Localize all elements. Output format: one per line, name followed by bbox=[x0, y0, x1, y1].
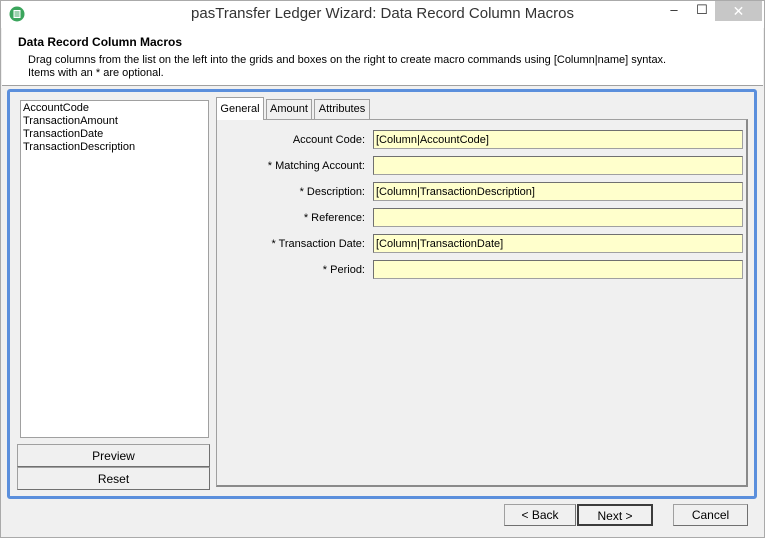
macro-tabs: General Amount Attributes Account Code: … bbox=[213, 97, 748, 491]
tab-attributes[interactable]: Attributes bbox=[314, 99, 370, 119]
tab-general[interactable]: General bbox=[216, 97, 264, 120]
page-description: Drag columns from the list on the left i… bbox=[28, 54, 728, 80]
column-list[interactable]: AccountCode TransactionAmount Transactio… bbox=[20, 100, 209, 438]
period-label: * Period: bbox=[322, 264, 365, 276]
description-line: Drag columns from the list on the left i… bbox=[28, 54, 667, 66]
wizard-header: Data Record Column Macros Drag columns f… bbox=[2, 28, 763, 86]
next-button[interactable]: Next > bbox=[577, 504, 653, 526]
column-item-transaction-amount[interactable]: TransactionAmount bbox=[23, 115, 206, 128]
window-title: pasTransfer Ledger Wizard: Data Record C… bbox=[191, 5, 574, 22]
column-item-account-code[interactable]: AccountCode bbox=[23, 102, 206, 115]
account-code-field[interactable] bbox=[373, 130, 743, 149]
macro-editor-frame: AccountCode TransactionAmount Transactio… bbox=[7, 89, 757, 499]
back-button[interactable]: < Back bbox=[504, 504, 576, 526]
page-title: Data Record Column Macros bbox=[18, 35, 183, 49]
matching-account-field[interactable] bbox=[373, 156, 743, 175]
account-code-label: Account Code: bbox=[292, 134, 365, 146]
tab-amount[interactable]: Amount bbox=[266, 99, 312, 119]
reset-button[interactable]: Reset bbox=[17, 467, 210, 490]
cancel-button[interactable]: Cancel bbox=[673, 504, 748, 526]
reference-label: * Reference: bbox=[303, 212, 365, 224]
close-button[interactable]: ✕ bbox=[715, 1, 762, 21]
description-label: * Description: bbox=[299, 186, 365, 198]
column-item-transaction-description[interactable]: TransactionDescription bbox=[23, 141, 206, 154]
preview-button[interactable]: Preview bbox=[17, 444, 210, 467]
matching-account-label: * Matching Account: bbox=[267, 160, 365, 172]
general-tab-panel: Account Code: * Matching Account: * Desc… bbox=[216, 119, 748, 487]
period-field[interactable] bbox=[373, 260, 743, 279]
description-line: Items with an * are optional. bbox=[28, 67, 164, 79]
minimize-button[interactable]: – bbox=[659, 1, 689, 21]
maximize-button[interactable]: ☐ bbox=[689, 1, 715, 21]
transaction-date-field[interactable] bbox=[373, 234, 743, 253]
description-field[interactable] bbox=[373, 182, 743, 201]
title-bar: pasTransfer Ledger Wizard: Data Record C… bbox=[1, 1, 764, 28]
transaction-date-label: * Transaction Date: bbox=[271, 238, 365, 250]
wizard-window: pasTransfer Ledger Wizard: Data Record C… bbox=[0, 0, 765, 538]
reference-field[interactable] bbox=[373, 208, 743, 227]
column-item-transaction-date[interactable]: TransactionDate bbox=[23, 128, 206, 141]
